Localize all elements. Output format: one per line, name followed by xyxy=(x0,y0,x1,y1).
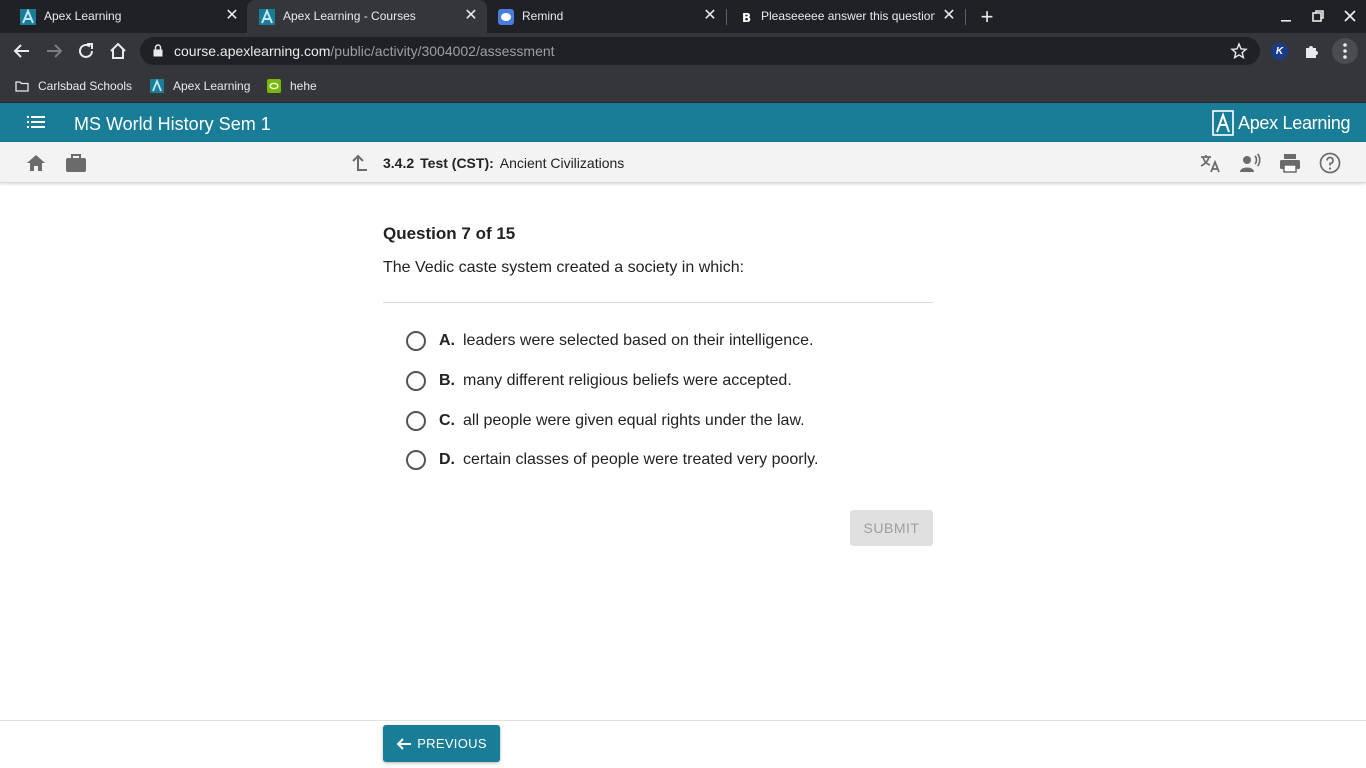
answer-choice-b[interactable]: B. many different religious beliefs were… xyxy=(406,369,906,393)
translate-icon[interactable] xyxy=(1199,152,1221,174)
bookmark-apex-learning[interactable]: Apex Learning xyxy=(150,76,250,96)
tab-title: Pleaseeeee answer this question xyxy=(761,9,935,23)
new-tab-button[interactable]: + xyxy=(977,6,997,28)
print-icon[interactable] xyxy=(1279,152,1301,174)
close-tab-icon[interactable]: ✕ xyxy=(224,8,240,24)
choice-text: leaders were selected based on their int… xyxy=(463,332,814,349)
activity-number: 3.4.2 xyxy=(383,155,415,171)
up-level-icon[interactable] xyxy=(347,152,369,174)
bookmark-star-icon[interactable] xyxy=(1230,42,1248,60)
apex-learning-logo: Apex Learning xyxy=(1212,109,1350,137)
activity-type: Test (CST): xyxy=(420,155,494,171)
tab-title: Apex Learning - Courses xyxy=(283,9,416,23)
close-tab-icon[interactable]: ✕ xyxy=(702,8,718,24)
forward-icon[interactable] xyxy=(44,41,64,61)
home-icon[interactable] xyxy=(25,152,47,174)
bookmarks-bar: Carlsbad Schools Apex Learning hehe xyxy=(0,69,1366,103)
browser-tab-strip: Apex Learning ✕ Apex Learning - Courses … xyxy=(0,0,1366,33)
activity-toolbar xyxy=(0,142,1366,183)
bookmark-label: Apex Learning xyxy=(173,79,251,93)
minimize-icon[interactable] xyxy=(1278,8,1294,24)
close-window-icon[interactable] xyxy=(1342,8,1358,24)
previous-button[interactable]: PREVIOUS xyxy=(383,725,500,762)
bookmark-carlsbad-schools[interactable]: Carlsbad Schools xyxy=(15,76,132,96)
radio-button[interactable] xyxy=(406,331,426,351)
brand-text: Apex Learning xyxy=(1238,112,1351,133)
activity-name: Ancient Civilizations xyxy=(499,155,625,171)
close-tab-icon[interactable]: ✕ xyxy=(941,8,957,24)
close-tab-icon[interactable]: ✕ xyxy=(463,8,479,24)
answer-choice-c[interactable]: C. all people were given equal rights un… xyxy=(406,409,906,433)
choice-text: many different religious beliefs were ac… xyxy=(463,372,792,389)
bookmark-label: hehe xyxy=(290,79,317,93)
home-icon[interactable] xyxy=(108,41,128,61)
restore-icon[interactable] xyxy=(1310,8,1326,24)
svg-text:B: B xyxy=(742,11,751,25)
nvidia-icon xyxy=(267,79,281,93)
choice-letter: D. xyxy=(439,451,455,468)
briefcase-icon[interactable] xyxy=(65,152,87,174)
answer-choice-a[interactable]: A. leaders were selected based on their … xyxy=(406,329,906,353)
choice-text: all people were given equal rights under… xyxy=(463,412,805,429)
tab-title: Remind xyxy=(522,9,564,23)
brainly-favicon: B xyxy=(742,11,751,25)
arrow-left-icon xyxy=(396,737,412,750)
radio-button[interactable] xyxy=(406,450,426,470)
folder-icon xyxy=(15,81,29,92)
course-title: MS World History Sem 1 xyxy=(74,114,271,134)
choice-letter: B. xyxy=(439,372,455,389)
answer-choice-d[interactable]: D. certain classes of people were treate… xyxy=(406,448,906,472)
activity-breadcrumb: 3.4.2 Test (CST): Ancient Civilizations xyxy=(383,155,624,171)
previous-label: PREVIOUS xyxy=(417,736,487,751)
radio-button[interactable] xyxy=(406,371,426,391)
help-icon[interactable] xyxy=(1319,152,1341,174)
text-to-speech-icon[interactable] xyxy=(1239,152,1261,174)
browser-tab-question[interactable]: B Pleaseeeee answer this question ✕ xyxy=(727,0,965,33)
extensions-puzzle-icon[interactable] xyxy=(1303,42,1321,60)
browser-tab-apex-courses[interactable]: Apex Learning - Courses ✕ xyxy=(247,0,487,33)
browser-tab-remind[interactable]: Remind ✕ xyxy=(488,0,726,33)
back-icon[interactable] xyxy=(12,41,32,61)
remind-favicon xyxy=(498,9,514,25)
apex-favicon xyxy=(259,9,275,25)
question-divider xyxy=(383,302,933,303)
bookmark-hehe[interactable]: hehe xyxy=(267,76,317,96)
apex-logo-mark-icon xyxy=(1212,110,1234,136)
url-text[interactable]: course.apexlearning.com/public/activity/… xyxy=(174,43,555,59)
choice-letter: C. xyxy=(439,412,455,429)
browser-menu-button[interactable] xyxy=(1332,38,1358,64)
menu-list-icon[interactable] xyxy=(27,115,45,129)
radio-button[interactable] xyxy=(406,411,426,431)
submit-button[interactable]: SUBMIT xyxy=(850,510,933,546)
bookmark-label: Carlsbad Schools xyxy=(38,79,133,93)
tab-separator xyxy=(965,9,966,25)
browser-tab-apex-learning[interactable]: Apex Learning ✕ xyxy=(0,0,246,33)
choice-text: certain classes of people were treated v… xyxy=(463,451,819,468)
question-number: Question 7 of 15 xyxy=(383,224,516,243)
lock-icon[interactable] xyxy=(153,44,163,57)
url-host: course.apexlearning.com xyxy=(174,43,331,59)
tab-title: Apex Learning xyxy=(44,9,122,23)
page-footer xyxy=(0,720,1366,768)
extension-k-icon[interactable]: K xyxy=(1271,43,1288,60)
url-path: /public/activity/3004002/assessment xyxy=(330,43,555,59)
apex-favicon xyxy=(20,9,36,25)
question-prompt: The Vedic caste system created a society… xyxy=(383,259,745,276)
choice-letter: A. xyxy=(439,332,455,349)
reload-icon[interactable] xyxy=(76,41,96,61)
more-vert-icon xyxy=(1343,43,1347,59)
apex-favicon xyxy=(150,79,164,93)
